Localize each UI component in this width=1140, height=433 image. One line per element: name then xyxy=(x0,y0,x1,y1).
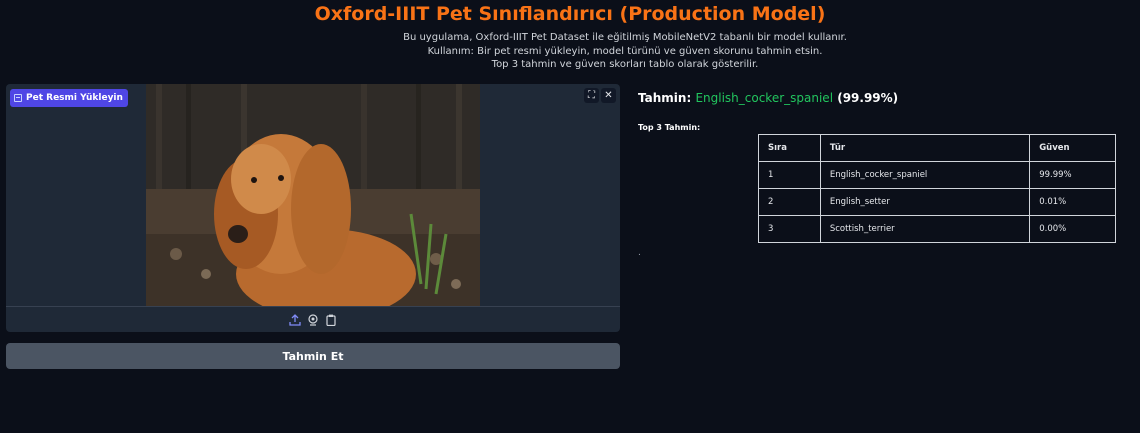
webcam-icon[interactable] xyxy=(307,313,319,326)
confidence-cell: 0.01% xyxy=(1029,188,1116,216)
predict-button[interactable]: Tahmin Et xyxy=(6,343,620,369)
description-line: Bu uygulama, Oxford-IIIT Pet Dataset ile… xyxy=(403,32,847,43)
fullscreen-icon[interactable]: ⛶ xyxy=(584,88,599,103)
table-row: 2 English_setter 0.01% xyxy=(758,188,1116,216)
upload-label-text: Pet Resmi Yükleyin xyxy=(26,93,123,103)
table-row: 3 Scottish_terrier 0.00% xyxy=(758,215,1116,243)
rank-cell: 2 xyxy=(758,188,821,216)
upload-icon[interactable] xyxy=(289,313,301,326)
predicted-class: English_cocker_spaniel xyxy=(695,91,834,105)
top3-label: Top 3 Tahmin: xyxy=(638,123,701,132)
prediction-prefix: Tahmin: xyxy=(638,91,692,105)
prediction-result: Tahmin: English_cocker_spaniel (99.99%) xyxy=(638,91,898,105)
column-header-confidence: Güven xyxy=(1029,134,1116,162)
image-source-toolbar xyxy=(6,306,620,332)
rank-cell: 3 xyxy=(758,215,821,243)
confidence-cell: 0.00% xyxy=(1029,215,1116,243)
description-line: Kullanım: Bir pet resmi yükleyin, model … xyxy=(427,45,823,57)
top3-table: Sıra Tür Güven 1 English_cocker_spaniel … xyxy=(758,134,1116,243)
table-row: 1 English_cocker_spaniel 99.99% xyxy=(758,161,1116,189)
image-icon xyxy=(14,94,22,102)
class-cell: English_cocker_spaniel xyxy=(819,161,1031,189)
class-cell: Scottish_terrier xyxy=(819,215,1031,243)
uploaded-dog-image xyxy=(146,84,480,306)
page-title: Oxford-IIIT Pet Sınıflandırıcı (Producti… xyxy=(314,3,826,25)
rank-cell: 1 xyxy=(758,161,821,189)
class-cell: English_setter xyxy=(819,188,1031,216)
upload-label: Pet Resmi Yükleyin xyxy=(10,89,128,107)
footer-mark: . xyxy=(638,248,641,258)
column-header-class: Tür xyxy=(819,134,1031,162)
prediction-confidence: (99.99%) xyxy=(837,91,899,105)
table-header-row: Sıra Tür Güven xyxy=(758,134,1116,162)
image-controls: ⛶ ✕ xyxy=(584,88,616,103)
description-line: Top 3 tahmin ve güven skorları tablo ola… xyxy=(491,59,759,70)
page-description: Bu uygulama, Oxford-IIIT Pet Dataset ile… xyxy=(0,31,1140,72)
column-header-rank: Sıra xyxy=(758,134,821,162)
confidence-cell: 99.99% xyxy=(1029,161,1116,189)
image-upload-panel[interactable]: Pet Resmi Yükleyin ⛶ ✕ xyxy=(6,84,620,332)
clipboard-icon[interactable] xyxy=(325,314,337,326)
close-icon[interactable]: ✕ xyxy=(601,88,616,103)
